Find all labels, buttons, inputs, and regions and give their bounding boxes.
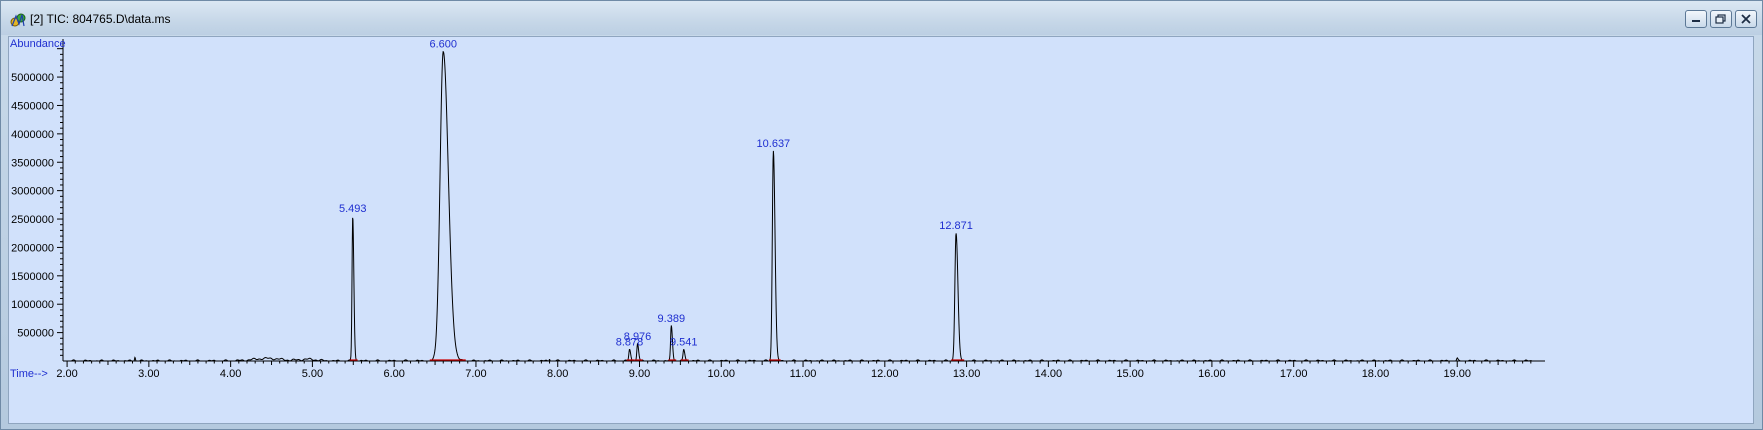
peak-label[interactable]: 10.637 bbox=[757, 138, 791, 150]
x-tick-label: 7.00 bbox=[465, 368, 486, 380]
y-tick-label: 2000000 bbox=[11, 242, 54, 254]
chromatogram-window: [2] TIC: 804765.D\data.ms 500000 1000000 1… bbox=[0, 0, 1763, 430]
y-tick-label: 5000000 bbox=[11, 72, 54, 84]
y-tick-label: 3500000 bbox=[11, 157, 54, 169]
chromatogram-plot-area[interactable]: 500000 1000000 1500000 2000000 2500000 300000… bbox=[8, 36, 1754, 424]
x-tick-label: 14.00 bbox=[1035, 368, 1063, 380]
x-tick-label: 18.00 bbox=[1362, 368, 1390, 380]
minimize-button[interactable] bbox=[1685, 10, 1707, 28]
x-tick-label: 17.00 bbox=[1280, 368, 1308, 380]
x-tick-label: 9.00 bbox=[629, 368, 650, 380]
y-tick-label: 3000000 bbox=[11, 186, 54, 198]
x-tick-label: 16.00 bbox=[1198, 368, 1226, 380]
x-tick-label: 13.00 bbox=[953, 368, 981, 380]
x-tick-label: 15.00 bbox=[1116, 368, 1144, 380]
y-tick-label: 4500000 bbox=[11, 100, 54, 112]
x-tick-label: 2.00 bbox=[56, 368, 77, 380]
y-tick-label: 1000000 bbox=[11, 299, 54, 311]
restore-button[interactable] bbox=[1710, 10, 1732, 28]
close-icon bbox=[1741, 14, 1751, 24]
y-tick-label: 2500000 bbox=[11, 214, 54, 226]
peak-label[interactable]: 12.871 bbox=[939, 220, 973, 232]
window-title: [2] TIC: 804765.D\data.ms bbox=[30, 12, 171, 26]
x-tick-label: 8.00 bbox=[547, 368, 568, 380]
y-tick-label: 1500000 bbox=[11, 271, 54, 283]
peak-label[interactable]: 6.600 bbox=[429, 39, 457, 51]
x-tick-label: 11.00 bbox=[790, 368, 817, 380]
close-button[interactable] bbox=[1735, 10, 1757, 28]
minimize-icon bbox=[1692, 20, 1700, 22]
restore-icon bbox=[1715, 14, 1726, 24]
y-tick-label: 4000000 bbox=[11, 129, 54, 141]
chromatogram-app-icon bbox=[10, 13, 26, 27]
x-tick-label: 10.00 bbox=[708, 368, 736, 380]
peak-label[interactable]: 8.976 bbox=[624, 331, 652, 343]
x-tick-label: 19.00 bbox=[1443, 368, 1471, 380]
x-tick-label: 12.00 bbox=[871, 368, 899, 380]
peak-label[interactable]: 5.493 bbox=[339, 203, 367, 215]
y-axis-label: Abundance bbox=[10, 38, 66, 50]
peak-label[interactable]: 9.389 bbox=[658, 313, 686, 325]
y-tick-label: 500000 bbox=[17, 328, 54, 340]
x-tick-label: 5.00 bbox=[302, 368, 323, 380]
x-tick-label: 4.00 bbox=[220, 368, 241, 380]
title-bar[interactable]: [2] TIC: 804765.D\data.ms bbox=[1, 1, 1762, 35]
x-tick-label: 3.00 bbox=[138, 368, 159, 380]
tic-chromatogram-chart[interactable]: 500000 1000000 1500000 2000000 2500000 300000… bbox=[9, 37, 1753, 423]
x-axis-label: Time--> bbox=[10, 368, 48, 380]
peak-label[interactable]: 9.541 bbox=[670, 337, 698, 349]
x-tick-label: 6.00 bbox=[383, 368, 404, 380]
tic-trace-line bbox=[67, 51, 1535, 362]
